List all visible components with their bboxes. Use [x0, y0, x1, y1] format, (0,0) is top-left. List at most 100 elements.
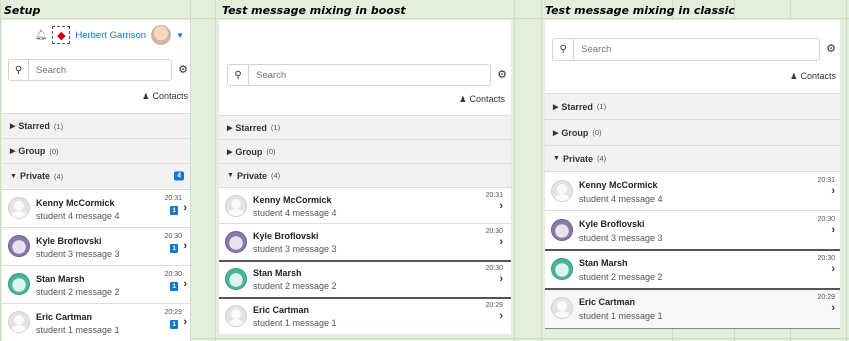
group-private[interactable]: ▼ Private (4): [219, 163, 511, 187]
contact-name: Kenny McCormick: [36, 198, 115, 208]
gear-icon[interactable]: ⚙: [497, 68, 507, 81]
user-avatar[interactable]: [151, 25, 172, 45]
contact-message: student 3 message 3: [36, 249, 120, 259]
setup-panel: 🔔︎ ◆ Herbert Garrison ▼ ⚲ ⚙ ♟ Contacts ▶…: [2, 20, 190, 341]
user-name[interactable]: Herbert Garrison: [75, 30, 146, 41]
search-input[interactable]: [574, 44, 819, 55]
person-icon: ♟: [142, 91, 150, 101]
group-private[interactable]: ▼ Private (4): [545, 145, 840, 171]
contact-item[interactable]: Stan Marsh student 2 message 2 20:30 ›: [545, 249, 840, 288]
gear-icon[interactable]: ⚙: [826, 42, 836, 55]
gear-icon[interactable]: ⚙: [178, 63, 188, 76]
contact-item[interactable]: Kyle Broflovski student 3 message 3 20:3…: [219, 223, 511, 260]
chevron-right-icon: ›: [831, 302, 835, 314]
search-row: ⚲ ⚙: [227, 64, 507, 86]
section-title-setup: Setup: [4, 4, 41, 17]
group-private[interactable]: ▼ Private (4) 4: [2, 163, 190, 188]
group-label: Group: [235, 146, 263, 157]
contacts-link[interactable]: ♟ Contacts: [790, 71, 836, 81]
chevron-right-icon: ›: [831, 185, 835, 197]
contact-message: student 1 message 1: [253, 318, 337, 328]
avatar: [225, 231, 247, 253]
search-row: ⚲ ⚙: [8, 59, 188, 81]
caret-right-icon: ▶: [10, 148, 16, 155]
chevron-right-icon: ›: [499, 200, 503, 212]
classic-panel: ⚲ ⚙ ♟ Contacts ▶ Starred (1) ▶ Group (0)…: [545, 20, 840, 329]
group-group[interactable]: ▶ Group (0): [545, 119, 840, 145]
contact-item[interactable]: Kenny McCormick student 4 message 4 20:3…: [219, 187, 511, 223]
contact-name: Kyle Broflovski: [36, 236, 102, 246]
contact-item[interactable]: Kyle Broflovski student 3 message 3 20:3…: [545, 210, 840, 249]
unread-count: 1: [170, 244, 178, 253]
group-starred[interactable]: ▶ Starred (1): [545, 93, 840, 119]
unread-count: 1: [170, 206, 178, 215]
bell-icon[interactable]: 🔔︎: [35, 30, 48, 41]
contacts-label: Contacts: [800, 71, 836, 81]
group-label: Starred: [18, 121, 50, 131]
group-label: Group: [561, 127, 589, 138]
chevron-down-icon[interactable]: ▼: [176, 31, 184, 40]
contact-message: student 3 message 3: [579, 233, 663, 243]
contact-time: 20:30: [817, 216, 835, 223]
contact-name: Stan Marsh: [36, 274, 85, 284]
caret-down-icon: ▼: [10, 172, 17, 180]
grid-line: [190, 0, 191, 341]
contact-name: Eric Cartman: [36, 312, 93, 322]
grid-line: [846, 0, 847, 341]
avatar: [8, 311, 30, 333]
search-input[interactable]: [249, 69, 491, 81]
search-row: ⚲ ⚙: [552, 38, 836, 61]
contact-item[interactable]: Eric Cartman student 1 message 1 20:29 1…: [2, 303, 190, 341]
contact-item[interactable]: Kenny McCormick student 4 message 4 20:3…: [545, 171, 840, 210]
group-count: (1): [53, 121, 64, 131]
contact-message: student 2 message 2: [36, 287, 120, 297]
contact-name: Eric Cartman: [253, 305, 310, 315]
contacts-link[interactable]: ♟ Contacts: [142, 91, 188, 101]
group-count: (4): [53, 171, 64, 181]
contact-time: 20:30: [485, 228, 503, 235]
grid-line: [541, 0, 542, 341]
contact-item[interactable]: Kyle Broflovski student 3 message 3 20:3…: [2, 227, 190, 265]
contact-time: 20:30: [164, 233, 182, 240]
person-icon: ♟: [790, 71, 798, 81]
group-label: Private: [19, 171, 50, 181]
group-count: (4): [596, 154, 607, 163]
avatar: [551, 258, 573, 280]
contact-time: 20:29: [485, 302, 503, 309]
contact-message: student 1 message 1: [579, 311, 663, 321]
group-starred[interactable]: ▶ Starred (1): [219, 115, 511, 139]
group-label: Private: [236, 170, 267, 181]
search-input[interactable]: [29, 64, 171, 76]
contact-name: Stan Marsh: [253, 268, 302, 278]
group-label: Starred: [235, 122, 267, 133]
contact-name: Kyle Broflovski: [579, 219, 645, 229]
contacts-label: Contacts: [469, 94, 505, 104]
group-count: (0): [592, 128, 602, 137]
chevron-right-icon: ›: [183, 278, 187, 290]
avatar: [8, 235, 30, 257]
section-title-boost: Test message mixing in boost: [222, 4, 406, 17]
contact-message: student 4 message 4: [253, 208, 337, 218]
contact-item[interactable]: Kenny McCormick student 4 message 4 20:3…: [2, 189, 190, 227]
group-group[interactable]: ▶ Group (0): [219, 139, 511, 163]
contacts-link[interactable]: ♟ Contacts: [459, 94, 505, 104]
contact-message: student 2 message 2: [253, 281, 337, 291]
contact-item[interactable]: Eric Cartman student 1 message 1 20:29 ›: [545, 288, 840, 328]
contact-item[interactable]: Stan Marsh student 2 message 2 20:30 ›: [219, 260, 511, 297]
chevron-right-icon: ›: [831, 224, 835, 236]
group-label: Private: [562, 153, 593, 164]
messages-icon[interactable]: ◆: [52, 26, 71, 44]
group-count: (0): [266, 147, 276, 156]
contact-item[interactable]: Eric Cartman student 1 message 1 20:29 ›: [219, 297, 511, 334]
person-icon: ♟: [459, 94, 467, 104]
unread-badge: 4: [174, 171, 184, 181]
contact-time: 20:30: [164, 271, 182, 278]
contact-message: student 2 message 2: [579, 272, 663, 282]
contacts-label: Contacts: [152, 91, 188, 101]
search-box: ⚲: [552, 38, 820, 61]
group-group[interactable]: ▶ Group (0): [2, 138, 190, 163]
group-starred[interactable]: ▶ Starred (1): [2, 113, 190, 138]
contact-time: 20:30: [485, 265, 503, 272]
contact-item[interactable]: Stan Marsh student 2 message 2 20:30 1 ›: [2, 265, 190, 303]
contact-message: student 4 message 4: [579, 194, 663, 204]
